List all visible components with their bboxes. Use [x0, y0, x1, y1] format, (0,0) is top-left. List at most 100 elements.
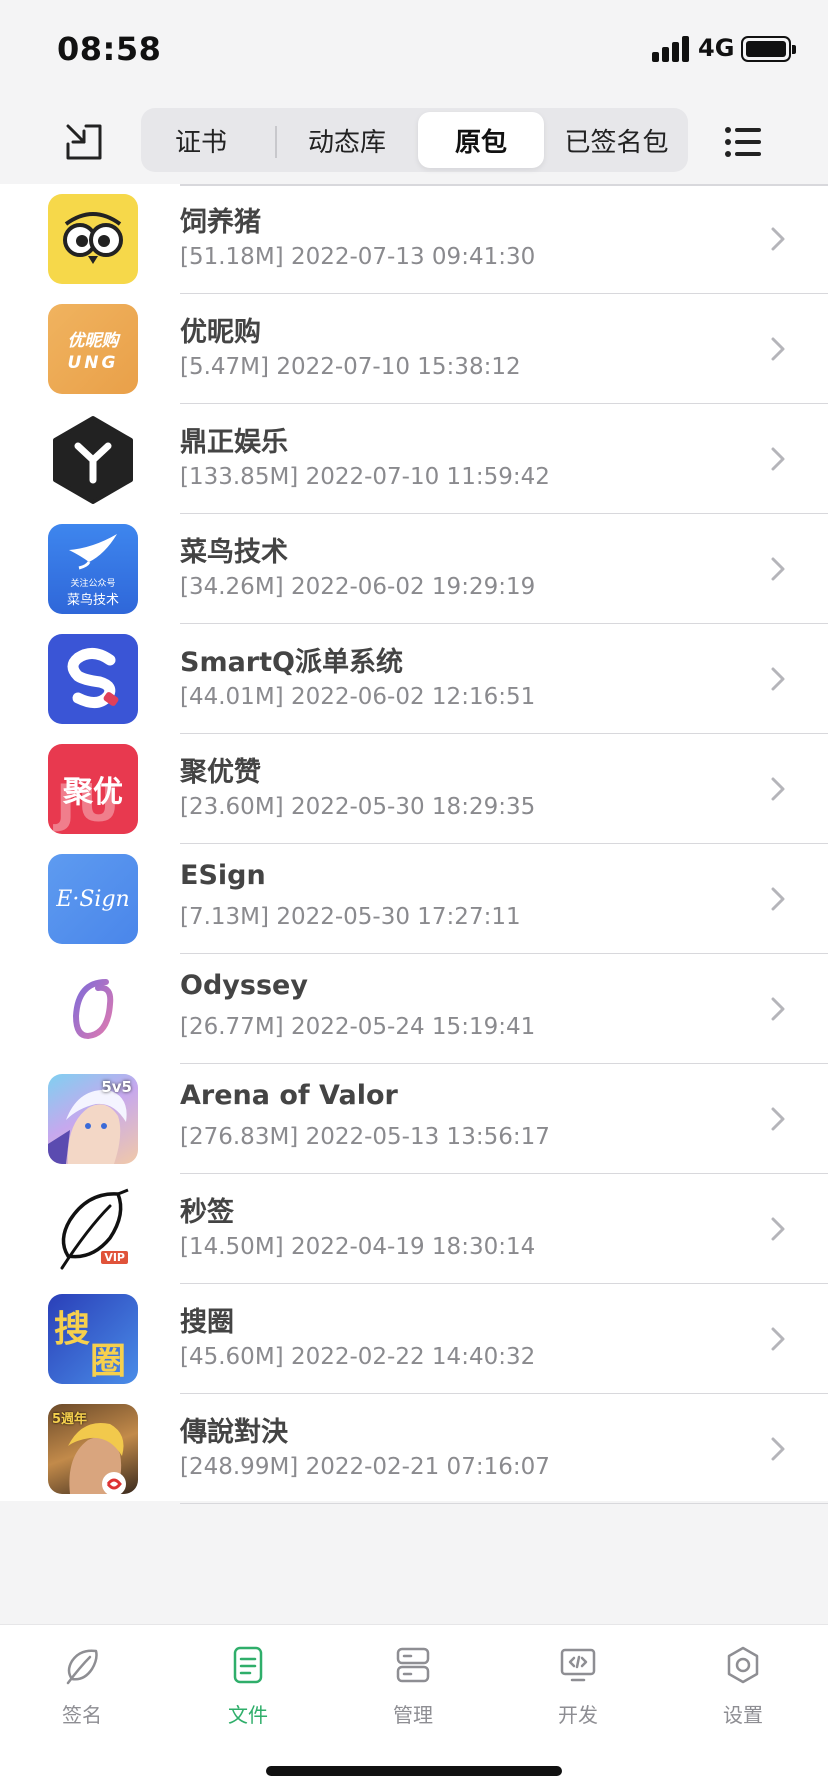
tab-label: 开发 — [558, 1703, 598, 1727]
list-item[interactable]: 5週年 傳說對決 [248.99M] 2022-02-21 07:16:07 — [0, 1394, 828, 1504]
icon-text: 5週年 — [52, 1412, 88, 1427]
icon-text: 关注公众号 — [70, 579, 116, 589]
list-item[interactable]: 鼎正娱乐 [133.85M] 2022-07-10 11:59:42 — [0, 404, 828, 514]
chevron-right-icon — [771, 667, 785, 691]
juyou-icon: JU 聚优 — [48, 744, 138, 834]
code-monitor-icon — [556, 1643, 600, 1687]
segment-dylibs[interactable]: 动态库 — [277, 112, 417, 168]
row-divider — [180, 1502, 828, 1504]
ung-icon: 优昵购 UNG — [48, 304, 138, 394]
tab-develop[interactable]: 开发 — [528, 1643, 628, 1743]
chevron-right-icon — [771, 227, 785, 251]
segment-original-packages[interactable]: 原包 — [418, 112, 544, 168]
battery-icon — [741, 36, 796, 62]
file-meta: [45.60M] 2022-02-22 14:40:32 — [180, 1344, 536, 1370]
tab-label: 签名 — [62, 1703, 102, 1727]
icon-text: 优昵购 — [67, 330, 119, 351]
chevron-right-icon — [771, 557, 785, 581]
file-meta: [133.85M] 2022-07-10 11:59:42 — [180, 464, 550, 490]
tab-label: 文件 — [228, 1703, 268, 1727]
icon-text: 5v5 — [101, 1078, 132, 1096]
file-meta: [34.26M] 2022-06-02 19:29:19 — [180, 574, 536, 600]
file-meta: [14.50M] 2022-04-19 18:30:14 — [180, 1234, 536, 1260]
network-type: 4G — [698, 34, 735, 62]
gear-icon — [721, 1643, 765, 1687]
icon-text: UNG — [67, 352, 119, 373]
chevron-right-icon — [771, 337, 785, 361]
file-name: 傳說對決 — [180, 1417, 288, 1448]
list-item[interactable]: 搜 圈 搜圈 [45.60M] 2022-02-22 14:40:32 — [0, 1284, 828, 1394]
chevron-right-icon — [771, 1327, 785, 1351]
file-meta: [44.01M] 2022-06-02 12:16:51 — [180, 684, 536, 710]
tab-settings[interactable]: 设置 — [693, 1643, 793, 1743]
list-item[interactable]: SmartQ派单系统 [44.01M] 2022-06-02 12:16:51 — [0, 624, 828, 734]
leaf-icon — [60, 1643, 104, 1687]
list-menu-icon — [725, 127, 761, 157]
file-meta: [276.83M] 2022-05-13 13:56:17 — [180, 1124, 550, 1150]
tab-files[interactable]: 文件 — [198, 1643, 298, 1743]
file-name: 菜鸟技术 — [180, 537, 288, 568]
esign-icon: E·Sign — [48, 854, 138, 944]
file-name: Arena of Valor — [180, 1080, 398, 1111]
smartq-icon — [48, 634, 138, 724]
tab-label: 设置 — [723, 1703, 763, 1727]
list-item[interactable]: VIP 秒签 [14.50M] 2022-04-19 18:30:14 — [0, 1174, 828, 1284]
screen: 08:58 4G 证书 动态库 原包 已签名包 饲养猪 [51.18M] 202… — [0, 0, 828, 1792]
file-meta: [5.47M] 2022-07-10 15:38:12 — [180, 354, 521, 380]
icon-text: 搜 — [54, 1309, 91, 1350]
document-icon — [226, 1643, 270, 1687]
list-item[interactable]: JU 聚优 聚优赞 [23.60M] 2022-05-30 18:29:35 — [0, 734, 828, 844]
chevron-right-icon — [771, 1217, 785, 1241]
segment-certificates[interactable]: 证书 — [147, 112, 255, 168]
file-name: 饲养猪 — [180, 207, 261, 238]
arena-icon: 5v5 — [48, 1074, 138, 1164]
chevron-right-icon — [771, 777, 785, 801]
owl-icon — [48, 194, 138, 284]
segment-label: 已签名包 — [564, 127, 669, 158]
feather-icon: VIP — [48, 1184, 138, 1274]
home-indicator — [266, 1766, 562, 1776]
file-name: 聚优赞 — [180, 757, 261, 788]
chevron-right-icon — [771, 997, 785, 1021]
status-bar: 08:58 4G — [0, 0, 828, 100]
list-item[interactable]: 关注公众号 菜鸟技术 菜鸟技术 [34.26M] 2022-06-02 19:2… — [0, 514, 828, 624]
icon-text: 聚优 — [63, 775, 123, 810]
file-name: Odyssey — [180, 970, 308, 1001]
file-name: SmartQ派单系统 — [180, 647, 403, 678]
list-item[interactable]: Odyssey [26.77M] 2022-05-24 15:19:41 — [0, 954, 828, 1064]
signal-icon — [652, 36, 692, 62]
icon-text: 菜鸟技术 — [66, 593, 119, 608]
file-meta: [23.60M] 2022-05-30 18:29:35 — [180, 794, 536, 820]
segment-label: 动态库 — [307, 127, 386, 158]
file-name: 鼎正娱乐 — [180, 427, 288, 458]
chevron-right-icon — [771, 1107, 785, 1131]
tab-label: 管理 — [393, 1703, 433, 1727]
file-meta: [7.13M] 2022-05-30 17:27:11 — [180, 904, 521, 930]
list-item[interactable]: 优昵购 UNG 优昵购 [5.47M] 2022-07-10 15:38:12 — [0, 294, 828, 404]
file-name: 搜圈 — [180, 1307, 234, 1338]
cube-y-icon — [48, 414, 138, 504]
list-item[interactable]: 5v5 Arena of Valor [276.83M] 2022-05-13 … — [0, 1064, 828, 1174]
file-meta: [248.99M] 2022-02-21 07:16:07 — [180, 1454, 550, 1480]
segment-signed-packages[interactable]: 已签名包 — [549, 112, 684, 168]
menu-button[interactable] — [724, 122, 764, 162]
segment-label: 原包 — [454, 127, 507, 158]
segmented-control: 证书 动态库 原包 已签名包 — [141, 108, 688, 172]
file-list: 饲养猪 [51.18M] 2022-07-13 09:41:30 优昵购 UNG… — [0, 184, 828, 1504]
chevron-right-icon — [771, 1437, 785, 1461]
server-icon — [391, 1643, 435, 1687]
file-name: 优昵购 — [180, 317, 261, 348]
bird-icon: 关注公众号 菜鸟技术 — [48, 524, 138, 614]
souquan-icon: 搜 圈 — [48, 1294, 138, 1384]
status-time: 08:58 — [57, 30, 162, 68]
tab-manage[interactable]: 管理 — [363, 1643, 463, 1743]
list-item[interactable]: 饲养猪 [51.18M] 2022-07-13 09:41:30 — [0, 184, 828, 294]
tab-sign[interactable]: 签名 — [32, 1643, 132, 1743]
chevron-right-icon — [771, 887, 785, 911]
icon-text: E·Sign — [56, 886, 130, 912]
list-item[interactable]: E·Sign ESign [7.13M] 2022-05-30 17:27:11 — [0, 844, 828, 954]
import-button[interactable] — [62, 120, 106, 164]
file-meta: [26.77M] 2022-05-24 15:19:41 — [180, 1014, 536, 1040]
file-name: ESign — [180, 860, 266, 891]
legend-icon: 5週年 — [48, 1404, 138, 1494]
